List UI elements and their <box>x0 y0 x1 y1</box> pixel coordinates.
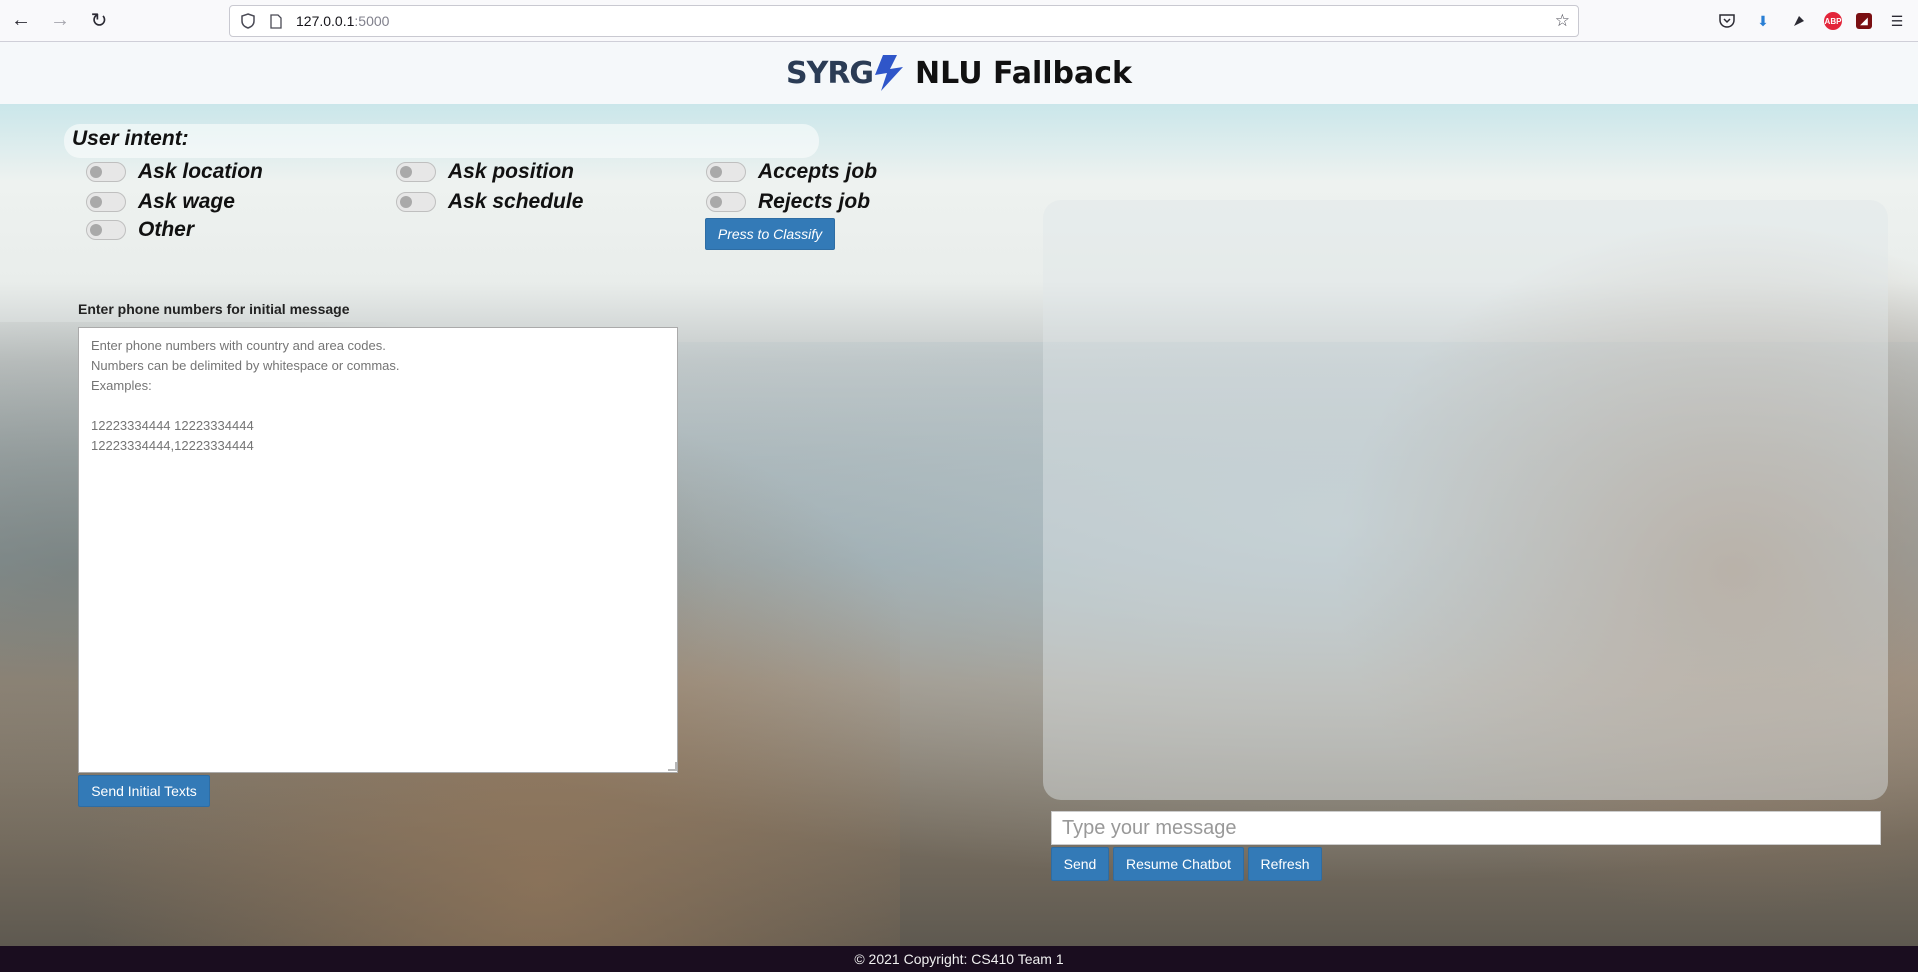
extension-icon[interactable] <box>1788 10 1810 32</box>
option-label: Other <box>138 218 195 241</box>
page-header: SYRG NLU Fallback <box>0 42 1918 104</box>
intent-option-other[interactable]: Other <box>86 218 194 242</box>
lightning-bolt-icon <box>875 55 904 91</box>
send-button[interactable]: Send <box>1051 847 1109 881</box>
reload-icon[interactable]: ↻ <box>81 3 117 39</box>
toggle-switch[interactable] <box>706 192 746 212</box>
toggle-switch[interactable] <box>86 192 126 212</box>
menu-icon[interactable]: ☰ <box>1886 10 1908 32</box>
page-footer: © 2021 Copyright: CS410 Team 1 <box>0 946 1918 972</box>
download-icon[interactable]: ⬇ <box>1752 10 1774 32</box>
option-label: Accepts job <box>758 160 878 183</box>
user-intent-label: User intent: <box>72 127 189 150</box>
url-host: 127.0.0.1 <box>296 13 355 29</box>
textarea-resize-handle[interactable] <box>668 762 677 771</box>
intent-option-ask-position[interactable]: Ask position <box>396 160 574 184</box>
adblock-icon[interactable]: ABP <box>1824 12 1842 30</box>
intent-option-rejects-job[interactable]: Rejects job <box>706 190 870 214</box>
option-label: Ask schedule <box>448 190 584 213</box>
toggle-switch[interactable] <box>86 220 126 240</box>
shield-icon[interactable] <box>238 11 258 31</box>
page-title: NLU Fallback <box>915 55 1133 91</box>
refresh-button[interactable]: Refresh <box>1248 847 1322 881</box>
classify-button[interactable]: Press to Classify <box>705 218 835 250</box>
phone-numbers-label: Enter phone numbers for initial message <box>78 301 350 317</box>
intent-option-ask-location[interactable]: Ask location <box>86 160 263 184</box>
option-label: Ask position <box>448 160 575 183</box>
intent-option-accepts-job[interactable]: Accepts job <box>706 160 877 184</box>
logo-text: SYRG <box>785 55 874 91</box>
page-icon <box>266 11 286 31</box>
option-label: Ask wage <box>138 190 235 213</box>
send-initial-texts-button[interactable]: Send Initial Texts <box>78 775 210 807</box>
syrg-logo: SYRG <box>786 53 907 93</box>
toggle-switch[interactable] <box>396 192 436 212</box>
forward-icon[interactable]: → <box>42 3 78 39</box>
toggle-switch[interactable] <box>396 162 436 182</box>
page-content: SYRG NLU Fallback User intent: Ask locat… <box>0 42 1918 946</box>
resume-chatbot-button[interactable]: Resume Chatbot <box>1113 847 1244 881</box>
browser-toolbar: ← → ↻ 127.0.0.1:5000 ☆ ⬇ ABP ◢ ☰ <box>0 0 1918 42</box>
intent-option-ask-schedule[interactable]: Ask schedule <box>396 190 583 214</box>
toggle-switch[interactable] <box>706 162 746 182</box>
phone-numbers-textarea[interactable] <box>78 327 678 773</box>
toggle-switch[interactable] <box>86 162 126 182</box>
intent-option-ask-wage[interactable]: Ask wage <box>86 190 235 214</box>
extension-red-icon[interactable]: ◢ <box>1856 13 1872 29</box>
option-label: Ask location <box>138 160 263 183</box>
url-bar[interactable]: 127.0.0.1:5000 ☆ <box>229 5 1579 37</box>
chat-panel <box>1043 200 1888 800</box>
back-icon[interactable]: ← <box>3 3 39 39</box>
bookmark-star-icon[interactable]: ☆ <box>1555 11 1570 31</box>
pocket-icon[interactable] <box>1716 10 1738 32</box>
option-label: Rejects job <box>758 190 871 213</box>
url-port: :5000 <box>354 13 390 29</box>
message-input[interactable]: Type your message <box>1051 811 1881 845</box>
